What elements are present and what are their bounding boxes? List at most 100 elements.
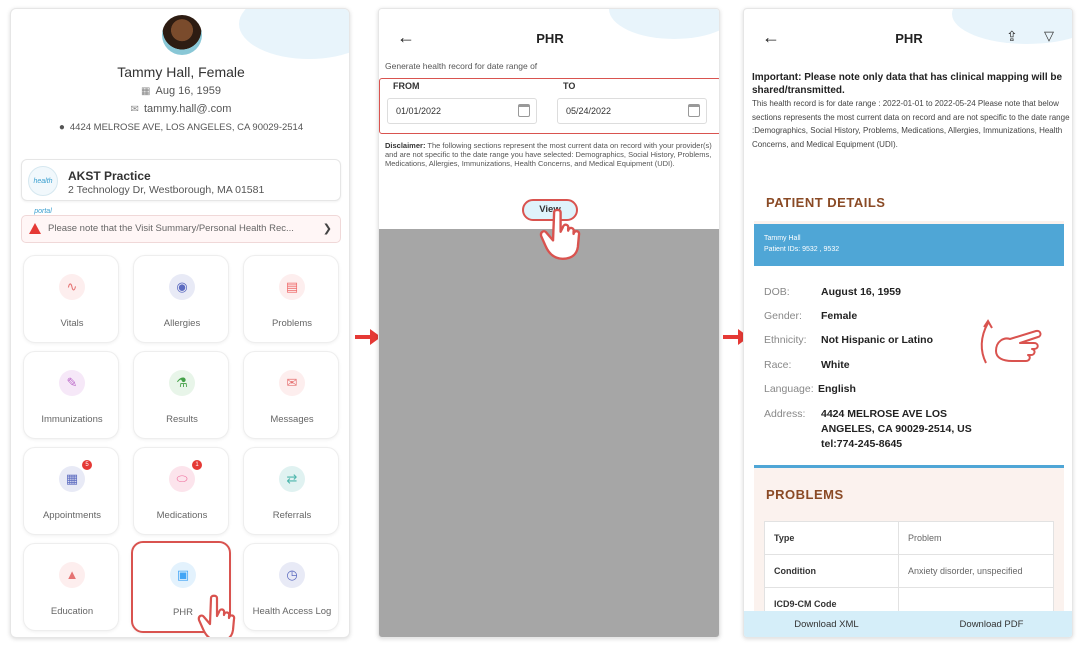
- location-pin-icon: ●: [58, 122, 65, 133]
- tile-label: Messages: [270, 414, 314, 425]
- decorative-blob: [239, 9, 349, 59]
- tutorial-stage: Tammy Hall, Female ▦ Aug 16, 1959 ✉ tammy.…: [0, 0, 1082, 647]
- practice-address: 2 Technology Dr, Westborough, MA 01581: [68, 184, 265, 196]
- detail-label: Ethnicity:: [764, 334, 807, 346]
- notice-text: Please note that the Visit Summary/Perso…: [48, 223, 294, 234]
- address-text: 4424 MELROSE AVE, LOS ANGELES, CA 90029-…: [69, 122, 304, 133]
- detail-value: August 16, 1959: [821, 286, 901, 298]
- tile-label: Immunizations: [41, 414, 103, 425]
- download-bar: Download XML Download PDF: [744, 611, 1072, 637]
- screen-title: PHR: [895, 31, 923, 46]
- table-row: Condition Anxiety disorder, unspecified: [764, 554, 1054, 588]
- tile-health-access-log[interactable]: ◷ Health Access Log: [243, 543, 339, 631]
- tile-appointments[interactable]: ▦ 5 Appointments: [23, 447, 119, 535]
- detail-value: English: [818, 383, 856, 395]
- address-line-3: tel:774-245-8645: [821, 438, 903, 450]
- download-pdf-button[interactable]: Download PDF: [909, 611, 1072, 637]
- banner-patient-ids: Patient IDs: 9532 , 9532: [764, 246, 840, 253]
- appointments-badge: 5: [82, 460, 92, 470]
- generate-label: Generate health record for date range of: [385, 61, 538, 71]
- detail-row: Language: English: [764, 383, 856, 395]
- tile-label: Results: [166, 414, 198, 425]
- practice-logo: health portal: [28, 166, 58, 215]
- tile-label: Referrals: [272, 510, 312, 521]
- flask-icon: ⚗: [169, 370, 195, 396]
- download-xml-button[interactable]: Download XML: [744, 611, 909, 637]
- practice-name: AKST Practice: [68, 169, 151, 183]
- dob-text: Aug 16, 1959: [155, 85, 221, 97]
- disclaimer-label: Disclaimer:: [385, 141, 426, 150]
- filter-icon[interactable]: ▽: [1044, 28, 1054, 44]
- from-date-field[interactable]: 01/01/2022: [387, 98, 537, 124]
- tile-education[interactable]: ▲ Education: [23, 543, 119, 631]
- banner-name: Tammy Hall: [764, 235, 801, 242]
- tile-medications[interactable]: ⬭ 1 Medications: [133, 447, 229, 535]
- tile-label: Appointments: [42, 510, 102, 521]
- disclaimer-text: The following sections represent the mos…: [385, 141, 712, 168]
- tile-problems[interactable]: ▤ Problems: [243, 255, 339, 343]
- to-label: TO: [563, 81, 576, 91]
- tile-label: Vitals: [60, 318, 84, 329]
- heartbeat-icon: ∿: [59, 274, 85, 300]
- calendar-icon: ▦: [141, 86, 151, 97]
- address-line-2: ANGELES, CA 90029-2514, US: [821, 423, 972, 435]
- tile-label: Problems: [271, 318, 313, 329]
- address-row: Address: 4424 MELROSE AVE LOS ANGELES, C…: [764, 408, 972, 450]
- patient-details-card: [754, 266, 1064, 468]
- avatar[interactable]: [162, 15, 202, 55]
- visit-summary-notice[interactable]: Please note that the Visit Summary/Perso…: [21, 215, 341, 243]
- detail-row: Ethnicity: Not Hispanic or Latino: [764, 334, 933, 346]
- phr-record-icon: ▣: [170, 562, 196, 588]
- email-text: tammy.hall@.com: [144, 103, 232, 115]
- overlay-area: [379, 229, 719, 637]
- pill-icon: ⬭: [169, 466, 195, 492]
- calendar-icon[interactable]: [518, 104, 530, 117]
- record-range-text: This health record is for date range : 2…: [752, 99, 1070, 149]
- patient-name: Tammy Hall, Female: [117, 64, 245, 80]
- problems-title: PROBLEMS: [766, 487, 844, 502]
- envelope-icon: ✉: [279, 370, 305, 396]
- medications-badge: 1: [192, 460, 202, 470]
- address-line: ● 4424 MELROSE AVE, LOS ANGELES, CA 90029…: [11, 122, 349, 133]
- chevron-down-icon[interactable]: ❯: [323, 216, 332, 242]
- from-date-value: 01/01/2022: [396, 106, 442, 116]
- detail-label: DOB:: [764, 286, 790, 298]
- to-date-value: 05/24/2022: [566, 106, 612, 116]
- tile-allergies[interactable]: ◉ Allergies: [133, 255, 229, 343]
- phr-record-screen: ← PHR ⇪ ▽ Important: Please note only da…: [743, 8, 1073, 638]
- calendar-icon[interactable]: [688, 104, 700, 117]
- to-date-field[interactable]: 05/24/2022: [557, 98, 707, 124]
- detail-row: DOB: August 16, 1959: [764, 286, 901, 298]
- dob-line: ▦ Aug 16, 1959: [11, 85, 349, 97]
- from-label: FROM: [393, 81, 420, 91]
- tap-hand-icon: [539, 208, 581, 260]
- table-row: Type Problem: [764, 521, 1054, 555]
- phr-date-range-screen: ← PHR Generate health record for date ra…: [378, 8, 720, 638]
- detail-label: Gender:: [764, 310, 802, 322]
- clipboard-icon: ▤: [279, 274, 305, 300]
- tile-results[interactable]: ⚗ Results: [133, 351, 229, 439]
- address-line-1: 4424 MELROSE AVE LOS: [821, 408, 948, 420]
- email-line: ✉ tammy.hall@.com: [11, 103, 349, 115]
- tile-messages[interactable]: ✉ Messages: [243, 351, 339, 439]
- patient-banner: Tammy Hall Patient IDs: 9532 , 9532: [754, 224, 1064, 266]
- tile-label: Health Access Log: [252, 606, 332, 617]
- tile-referrals[interactable]: ⇄ Referrals: [243, 447, 339, 535]
- mail-icon: ✉: [130, 104, 139, 115]
- tile-immunizations[interactable]: ✎ Immunizations: [23, 351, 119, 439]
- allergies-icon: ◉: [169, 274, 195, 300]
- tile-label: Allergies: [163, 318, 201, 329]
- detail-row: Race: White: [764, 359, 850, 371]
- warning-icon: [29, 223, 41, 234]
- access-log-icon: ◷: [279, 562, 305, 588]
- detail-label: Language:: [764, 383, 814, 395]
- share-icon[interactable]: ⇪: [1006, 28, 1018, 45]
- dashboard-screen: Tammy Hall, Female ▦ Aug 16, 1959 ✉ tammy.…: [10, 8, 350, 638]
- calendar-icon: ▦: [59, 466, 85, 492]
- tile-vitals[interactable]: ∿ Vitals: [23, 255, 119, 343]
- problem-value: Anxiety disorder, unspecified: [898, 554, 1054, 588]
- practice-card[interactable]: health portal AKST Practice 2 Technology…: [21, 159, 341, 215]
- referrals-icon: ⇄: [279, 466, 305, 492]
- address-label: Address:: [764, 408, 806, 420]
- detail-value: Not Hispanic or Latino: [821, 334, 934, 346]
